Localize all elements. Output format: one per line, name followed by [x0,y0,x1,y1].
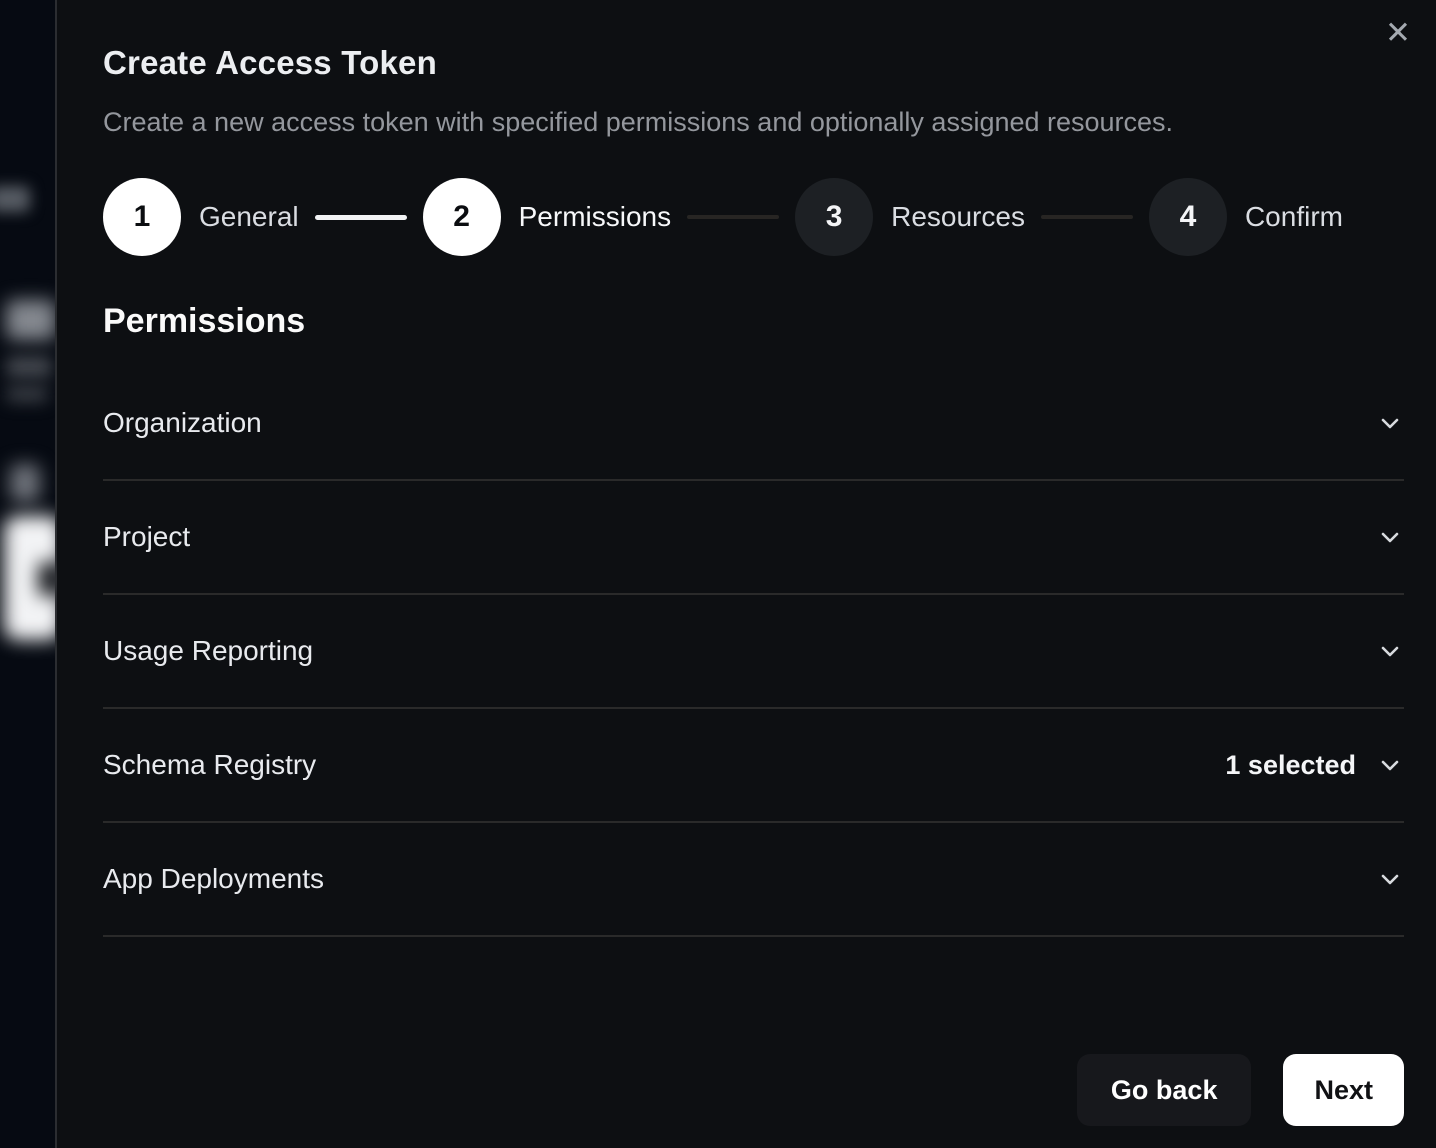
step-connector [1041,215,1133,219]
step-label: Confirm [1245,201,1343,233]
blurred-text [6,356,52,378]
blurred-card [4,516,55,640]
step-confirm[interactable]: 4 Confirm [1149,178,1343,256]
step-permissions[interactable]: 2 Permissions [423,178,671,256]
step-connector [315,215,407,220]
chevron-down-icon[interactable] [1376,751,1404,779]
dialog-title: Create Access Token [103,44,1404,82]
step-general[interactable]: 1 General [103,178,299,256]
step-number-badge: 2 [423,178,501,256]
permission-row-app-deployments[interactable]: App Deployments [103,823,1404,937]
blurred-icon [10,464,40,502]
step-connector [687,215,779,219]
permission-row-label: App Deployments [103,863,324,895]
blurred-text [6,300,55,340]
go-back-button[interactable]: Go back [1077,1054,1252,1126]
dialog-subtitle: Create a new access token with specified… [103,107,1404,138]
step-resources[interactable]: 3 Resources [795,178,1025,256]
permission-row-project[interactable]: Project [103,481,1404,595]
section-heading-permissions: Permissions [103,302,1404,341]
chevron-down-icon[interactable] [1376,523,1404,551]
permission-row-label: Schema Registry [103,749,316,781]
step-label: Permissions [519,201,671,233]
blurred-card-mark [38,562,55,596]
wizard-stepper: 1 General 2 Permissions 3 Resources 4 Co… [103,178,1404,256]
next-button[interactable]: Next [1283,1054,1404,1126]
permission-row-schema-registry[interactable]: Schema Registry 1 selected [103,709,1404,823]
step-number-badge: 4 [1149,178,1227,256]
permission-row-usage-reporting[interactable]: Usage Reporting [103,595,1404,709]
step-label: General [199,201,299,233]
chevron-down-icon[interactable] [1376,865,1404,893]
step-label: Resources [891,201,1025,233]
step-number-badge: 3 [795,178,873,256]
permission-row-organization[interactable]: Organization [103,367,1404,481]
blurred-text [6,386,48,402]
close-button[interactable]: ✕ [1374,8,1422,56]
permission-row-label: Usage Reporting [103,635,313,667]
permissions-list: Organization Project Usage Reporting Sch… [103,367,1404,937]
background-page [0,0,55,1148]
permission-row-label: Project [103,521,190,553]
chevron-down-icon[interactable] [1376,409,1404,437]
selection-count: 1 selected [1225,750,1356,781]
step-number-badge: 1 [103,178,181,256]
close-icon: ✕ [1385,17,1411,48]
permission-row-label: Organization [103,407,262,439]
dialog-footer: Go back Next [103,1054,1404,1126]
chevron-down-icon[interactable] [1376,637,1404,665]
blurred-chip [0,186,30,212]
create-access-token-dialog: ✕ Create Access Token Create a new acces… [55,0,1436,1148]
